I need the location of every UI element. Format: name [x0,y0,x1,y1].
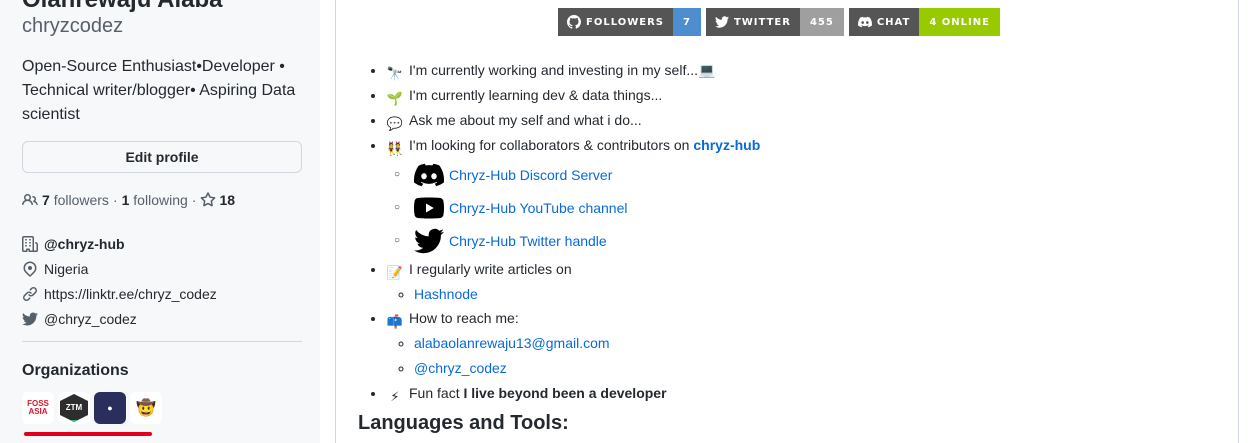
org-ztm-avatar[interactable]: ZTM [58,392,90,424]
telescope-icon: 🔭 [386,66,404,81]
twitter-badge[interactable]: TWITTER 455 [705,8,844,36]
list-item: @chryz_codez [414,356,760,381]
mailbox-icon: 📫 [386,314,404,329]
followers-badge[interactable]: FOLLOWERS 7 [558,8,701,36]
lightning-icon: ⚡ [390,389,400,404]
readme-content: 🔭I'm currently working and investing in … [366,58,760,406]
twitter-handle-link[interactable]: Chryz-Hub Twitter handle [449,229,607,253]
star-icon [201,192,216,207]
badge-row: FOLLOWERS 7 TWITTER 455 CHAT 4 ONLINE [558,8,1000,36]
list-item: 👯I'm looking for collaborators & contrib… [386,133,760,257]
chat-badge[interactable]: CHAT 4 ONLINE [848,8,1000,36]
discord-icon [857,16,872,28]
organizations-list: FOSS ASIA ZTM ● 🤠 [22,392,162,424]
list-item: 🔭I'm currently working and investing in … [386,58,760,83]
seedling-icon: 🌱 [386,91,404,106]
twitter-icon [714,16,729,28]
readme-list: 🔭I'm currently working and investing in … [366,58,760,406]
list-item: Hashnode [414,282,760,306]
detail-location: Nigeria [22,256,217,281]
github-icon [567,15,581,29]
profile-details: @chryz-hub Nigeria https://linktr.ee/chr… [22,231,217,331]
twitter-icon [414,226,444,256]
twitter-icon [22,311,38,326]
edit-profile-button[interactable]: Edit profile [22,141,302,173]
email-link[interactable]: alabaolanrewaju13@gmail.com [414,335,610,351]
list-item: Chryz-Hub Twitter handle [414,224,760,257]
org-character-avatar[interactable]: 🤠 [130,392,162,424]
profile-bio: Open-Source Enthusiast•Developer • Techn… [22,58,296,123]
people-icon [22,193,38,206]
discord-server-link[interactable]: Chryz-Hub Discord Server [449,163,612,187]
discord-icon [414,160,444,190]
follow-stats: 7 followers · 1 following · 18 [22,192,235,208]
dancers-icon: 👯 [386,141,404,156]
list-item: Chryz-Hub Discord Server [414,158,760,191]
list-item: Chryz-Hub YouTube channel [414,191,760,224]
languages-heading: Languages and Tools: [358,412,569,434]
list-item: 🌱I'm currently learning dev & data thing… [386,83,760,108]
stars-link[interactable]: 18 [200,192,235,208]
link-icon [23,286,37,301]
list-item: ⚡Fun fact I live beyond been a developer [386,381,760,406]
org-fossasia-avatar[interactable]: FOSS ASIA [22,392,54,424]
following-link[interactable]: 1 following [122,192,188,208]
profile-sidebar: Olanrewaju Alaba chryzcodez Open-Source … [0,0,320,443]
youtube-icon [414,193,444,223]
followers-link[interactable]: 7 followers [42,192,109,208]
articles-list: Hashnode [386,282,760,306]
hashnode-link[interactable]: Hashnode [414,286,478,302]
memo-icon: 📝 [386,265,404,280]
speech-bubble-icon: 💬 [386,116,404,131]
twitter-contact-link[interactable]: @chryz_codez [414,360,507,376]
youtube-channel-link[interactable]: Chryz-Hub YouTube channel [449,196,628,220]
location-icon [23,260,37,277]
laptop-icon: 💻 [698,62,716,78]
separator-dot: · [112,192,118,208]
list-item: 💬Ask me about my self and what i do... [386,108,760,133]
detail-website[interactable]: https://linktr.ee/chryz_codez [22,281,217,306]
org-dark-avatar[interactable]: ● [94,392,126,424]
sidebar-divider [22,341,302,342]
contact-list: alabaolanrewaju13@gmail.com @chryz_codez [386,331,760,381]
detail-twitter[interactable]: @chryz_codez [22,306,217,331]
profile-fullname: Olanrewaju Alaba [22,0,223,14]
organizations-heading: Organizations [22,362,129,379]
red-annotation-underline [24,432,152,436]
list-item: 📫How to reach me: alabaolanrewaju13@gmai… [386,306,760,381]
separator-dot: · [191,192,197,208]
detail-company[interactable]: @chryz-hub [22,231,217,256]
list-item: 📝I regularly write articles on Hashnode [386,257,760,306]
list-item: alabaolanrewaju13@gmail.com [414,331,760,356]
chryz-hub-link[interactable]: chryz-hub [693,137,760,153]
social-links-list: Chryz-Hub Discord Server Chryz-Hub YouTu… [386,158,760,257]
profile-username: chryzcodez [22,15,124,37]
organization-icon [22,235,38,252]
